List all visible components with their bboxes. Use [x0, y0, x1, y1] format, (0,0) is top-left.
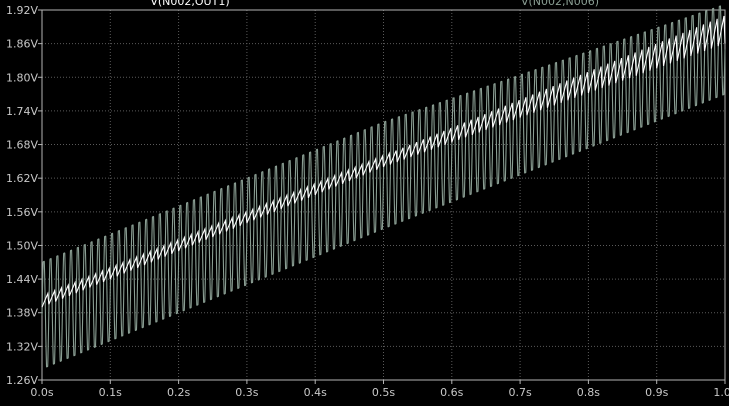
y-tick-label: 1.50V	[6, 239, 38, 252]
legend-entry: V(N002,OUT1)	[150, 0, 229, 8]
x-tick-label: 0.1s	[99, 386, 122, 399]
x-tick-label: 0.6s	[440, 386, 463, 399]
x-tick-label: 0.7s	[508, 386, 531, 399]
legend: V(N002,OUT1) V(N002,N006)	[150, 0, 599, 8]
y-tick-label: 1.32V	[6, 340, 38, 353]
y-tick-label: 1.86V	[6, 38, 38, 51]
y-tick-label: 1.56V	[6, 206, 38, 219]
x-tick-label: 0.5s	[372, 386, 395, 399]
series-line	[41, 15, 726, 308]
y-tick-label: 1.62V	[6, 172, 38, 185]
waveform-plot: 1.26V1.32V1.38V1.44V1.50V1.56V1.62V1.68V…	[6, 0, 729, 399]
y-tick-label: 1.74V	[6, 105, 38, 118]
x-tick-label: 0.2s	[167, 386, 190, 399]
x-tick-label: 0.4s	[304, 386, 327, 399]
x-tick-label: 0.3s	[235, 386, 258, 399]
y-tick-label: 1.68V	[6, 139, 38, 152]
x-tick-label: 0.9s	[645, 386, 668, 399]
y-tick-label: 1.80V	[6, 71, 38, 84]
x-tick-label: 0.8s	[577, 386, 600, 399]
x-tick-label: 0.0s	[30, 386, 53, 399]
y-tick-label: 1.44V	[6, 273, 38, 286]
y-tick-label: 1.38V	[6, 307, 38, 320]
x-tick-label: 1.0s	[713, 386, 729, 399]
legend-entry: V(N002,N006)	[521, 0, 599, 8]
y-tick-label: 1.92V	[6, 4, 38, 17]
